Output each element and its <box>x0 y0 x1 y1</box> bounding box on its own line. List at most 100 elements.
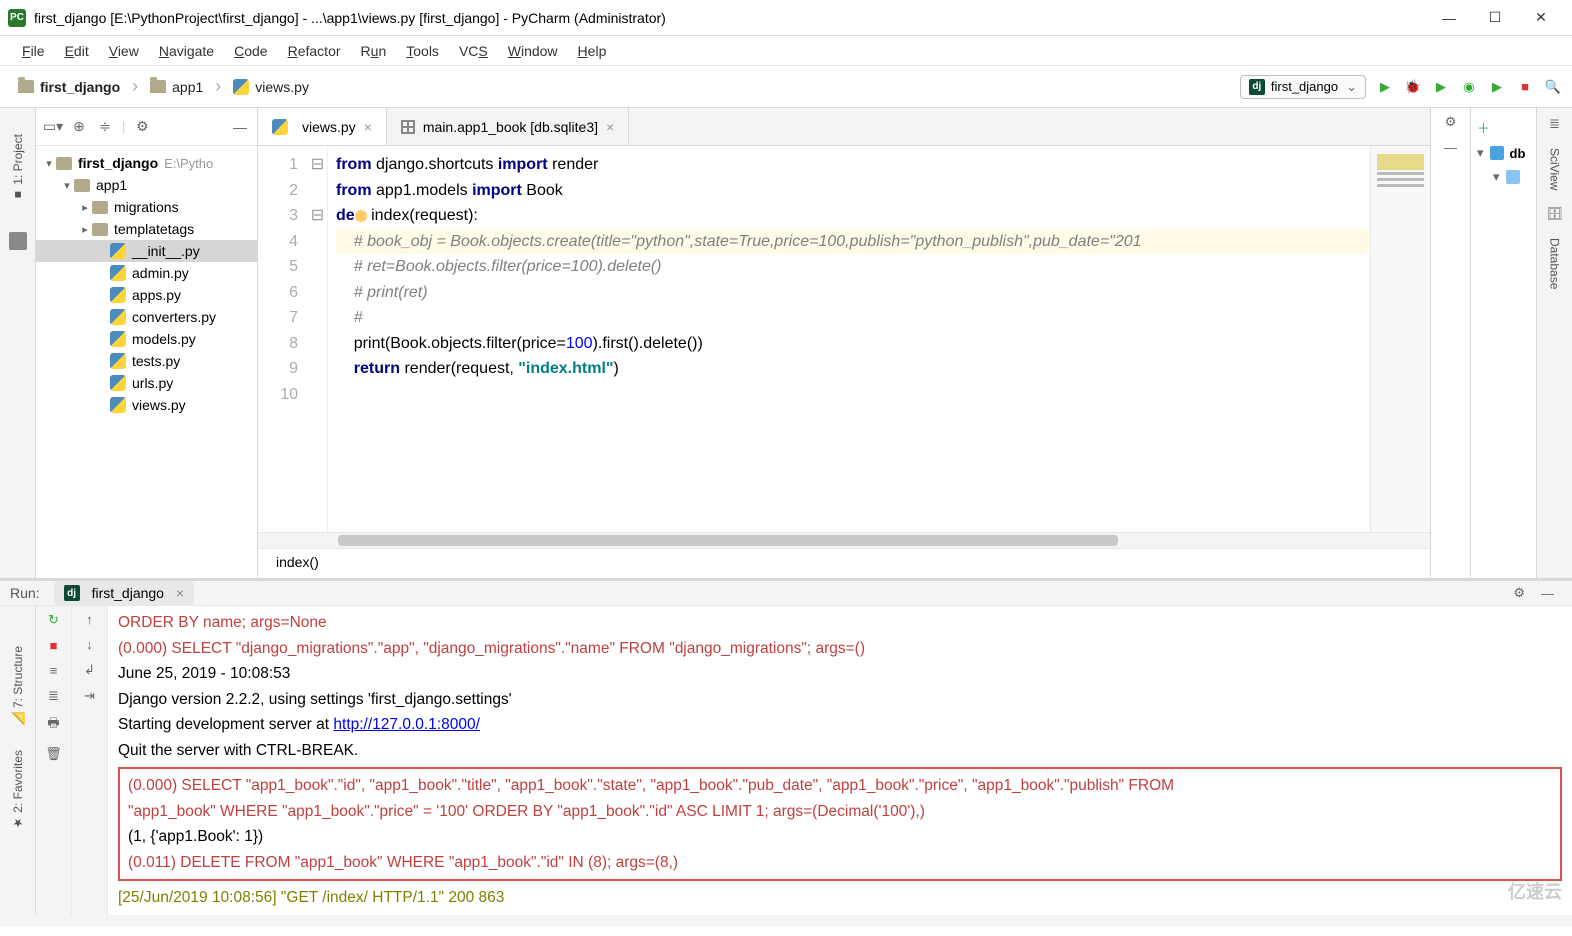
crumb-app[interactable]: app1 <box>142 75 211 99</box>
debug-button[interactable]: 🐞 <box>1404 78 1422 96</box>
stop-button[interactable]: ■ <box>1516 78 1534 96</box>
rerun-button[interactable]: ↻ <box>48 612 59 628</box>
tree-item-__init__-py[interactable]: __init__.py <box>36 240 257 262</box>
layout-button[interactable]: ≡ <box>50 663 58 678</box>
python-file-icon <box>110 287 126 303</box>
tree-item-templatetags[interactable]: ▸templatetags <box>36 218 257 240</box>
minimize-button[interactable]: — <box>1426 3 1472 33</box>
close-tab-icon[interactable]: × <box>176 585 184 601</box>
locate-file-button[interactable]: ⊕ <box>70 118 88 136</box>
delete-button[interactable]: 🗑 <box>45 746 62 762</box>
close-tab-button[interactable]: × <box>364 119 372 135</box>
attach-button[interactable]: ▶ <box>1488 78 1506 96</box>
menu-view[interactable]: View <box>99 39 149 63</box>
menu-file[interactable]: File <box>12 39 55 63</box>
chevron-right-icon: › <box>211 76 225 97</box>
tab-favorites[interactable]: ★ 2: Favorites <box>11 750 25 830</box>
tree-item-models-py[interactable]: models.py <box>36 328 257 350</box>
tree-item-tests-py[interactable]: tests.py <box>36 350 257 372</box>
list-icon[interactable]: ≣ <box>1549 116 1560 132</box>
tree-item-apps-py[interactable]: apps.py <box>36 284 257 306</box>
run-tab[interactable]: dj first_django × <box>54 581 195 605</box>
crumb-file[interactable]: views.py <box>225 75 317 99</box>
tab-database[interactable]: Database <box>1546 232 1564 295</box>
tab-structure[interactable]: 📐 7: Structure <box>11 646 25 726</box>
stop-button[interactable]: ■ <box>50 638 58 653</box>
editor-minimap[interactable] <box>1370 146 1430 532</box>
hide-run-button[interactable]: — <box>1533 586 1562 601</box>
menu-help[interactable]: Help <box>568 39 617 63</box>
pin-button[interactable]: ≣ <box>48 688 59 704</box>
run-coverage-button[interactable]: ▶ <box>1432 78 1450 96</box>
close-tab-button[interactable]: × <box>606 119 614 135</box>
menu-tools[interactable]: Tools <box>396 39 449 63</box>
db-add-button[interactable]: ＋ <box>1475 114 1532 141</box>
tab-project[interactable]: ■ 1: Project <box>9 128 27 208</box>
chevron-down-icon: ⌄ <box>1346 79 1357 95</box>
code-editor[interactable]: 12345678910 ⊟ ⊟ from django.shortcuts im… <box>258 146 1430 532</box>
tree-item-views-py[interactable]: views.py <box>36 394 257 416</box>
console-output[interactable]: ORDER BY name; args=None (0.000) SELECT … <box>108 606 1572 915</box>
run-settings-button[interactable]: ⚙ <box>1505 585 1533 601</box>
tree-item-converters-py[interactable]: converters.py <box>36 306 257 328</box>
tree-item-admin-py[interactable]: admin.py <box>36 262 257 284</box>
table-icon <box>401 120 415 134</box>
editor-horizontal-scrollbar[interactable] <box>258 532 1430 548</box>
run-configuration-selector[interactable]: dj first_django ⌄ <box>1240 75 1366 99</box>
fold-gutter[interactable]: ⊟ ⊟ <box>308 146 328 532</box>
menu-window[interactable]: Window <box>498 39 568 63</box>
soft-wrap-button[interactable]: ↲ <box>84 662 95 678</box>
run-button[interactable]: ▶ <box>1376 78 1394 96</box>
server-url-link[interactable]: http://127.0.0.1:8000/ <box>333 716 480 733</box>
python-file-icon <box>233 79 249 95</box>
tool-icon[interactable] <box>9 232 27 250</box>
up-button[interactable]: ↑ <box>86 612 93 627</box>
close-window-button[interactable]: ✕ <box>1518 3 1564 33</box>
editor-breadcrumb[interactable]: index() <box>258 548 1430 578</box>
db-root[interactable]: ▾db <box>1475 141 1532 165</box>
settings-button[interactable]: ⚙ <box>133 118 151 136</box>
tab-sciview[interactable]: SciView <box>1546 142 1564 196</box>
collapse-all-button[interactable]: ≑ <box>96 118 114 136</box>
menu-navigate[interactable]: Navigate <box>149 39 224 63</box>
pycharm-icon: PC <box>8 9 26 27</box>
editor-tabs: views.py × main.app1_book [db.sqlite3] × <box>258 108 1430 146</box>
python-file-icon <box>110 397 126 413</box>
tree-item-first_django[interactable]: ▾first_djangoE:\Pytho <box>36 152 257 174</box>
editor-tab-db-table[interactable]: main.app1_book [db.sqlite3] × <box>387 108 629 145</box>
tree-item-migrations[interactable]: ▸migrations <box>36 196 257 218</box>
database-icon[interactable]: 🗄 <box>1546 206 1563 222</box>
project-tree[interactable]: ▾first_djangoE:\Pytho▾app1▸migrations▸te… <box>36 146 257 578</box>
folder-icon <box>150 80 166 93</box>
window-title-bar: PC first_django [E:\PythonProject\first_… <box>0 0 1572 36</box>
python-file-icon <box>272 119 288 135</box>
menu-run[interactable]: Run <box>351 39 397 63</box>
settings-icon[interactable]: ⚙ <box>1445 114 1457 130</box>
print-button[interactable]: 🖶 <box>47 714 59 736</box>
code-content[interactable]: from django.shortcuts import render from… <box>328 146 1430 532</box>
db-child[interactable]: ▾ <box>1475 165 1532 189</box>
database-tool-window: ＋ ▾db ▾ <box>1470 108 1536 578</box>
down-button[interactable]: ↓ <box>86 637 93 652</box>
hide-panel-button[interactable]: — <box>231 118 249 136</box>
maximize-button[interactable]: ☐ <box>1472 3 1518 33</box>
watermark: 亿速云 <box>1508 878 1562 904</box>
scroll-end-button[interactable]: ⇥ <box>84 688 95 704</box>
search-everywhere-button[interactable]: 🔍 <box>1544 78 1562 96</box>
menu-refactor[interactable]: Refactor <box>278 39 351 63</box>
crumb-project[interactable]: first_django <box>10 75 128 99</box>
folder-icon <box>92 223 108 236</box>
menu-code[interactable]: Code <box>224 39 277 63</box>
editor-tab-views[interactable]: views.py × <box>258 108 387 145</box>
project-view-selector[interactable]: ▭▾ <box>44 118 62 136</box>
menu-vcs[interactable]: VCS <box>449 39 498 63</box>
tree-item-app1[interactable]: ▾app1 <box>36 174 257 196</box>
hide-icon[interactable]: — <box>1444 140 1457 155</box>
python-file-icon <box>110 331 126 347</box>
line-number-gutter: 12345678910 <box>258 146 308 532</box>
tree-item-urls-py[interactable]: urls.py <box>36 372 257 394</box>
menu-edit[interactable]: Edit <box>55 39 99 63</box>
profile-button[interactable]: ◉ <box>1460 78 1478 96</box>
highlighted-sql-block: (0.000) SELECT "app1_book"."id", "app1_b… <box>118 767 1562 881</box>
folder-icon <box>56 157 72 170</box>
